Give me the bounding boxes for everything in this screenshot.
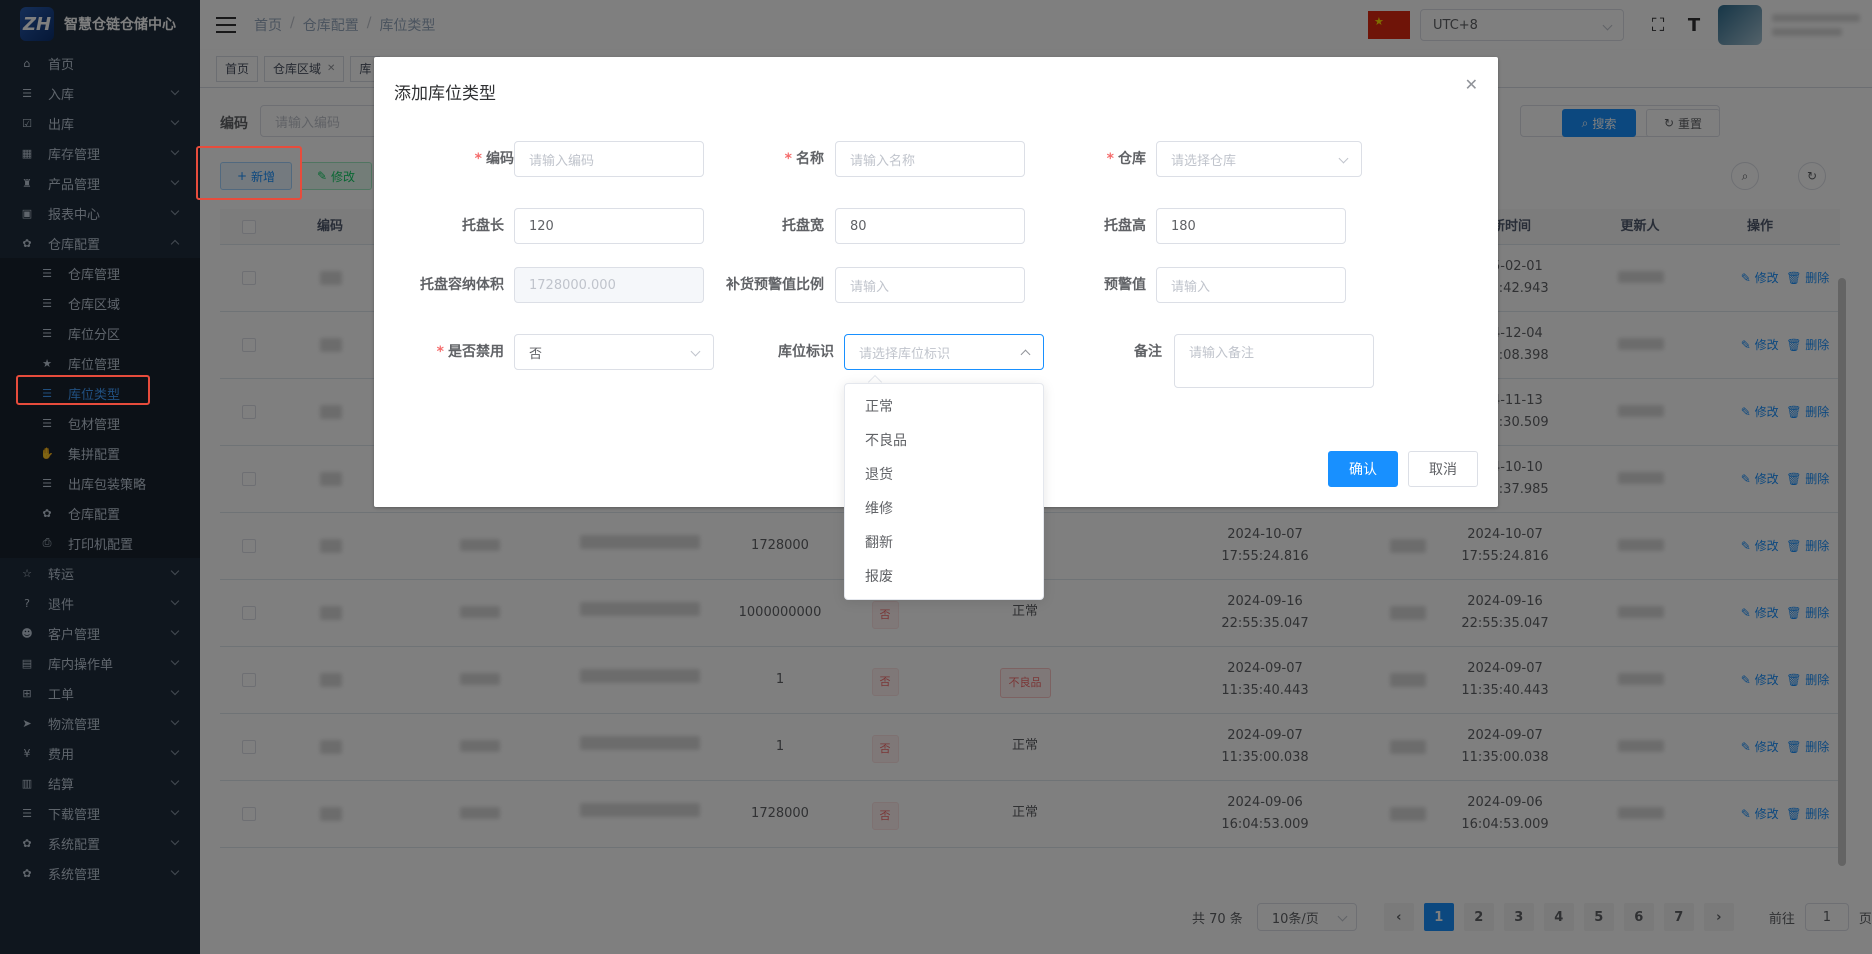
remark-label: 备注 [1134,344,1162,360]
pallet-height-input[interactable]: 180 [1156,208,1346,244]
warehouse-select[interactable]: 请选择仓库 [1156,141,1362,177]
chevron-down-icon [690,346,701,357]
location-mark-select[interactable]: 请选择库位标识 [844,334,1044,370]
input-value: 120 [529,218,554,234]
highlight-add-button [196,146,302,200]
location-mark-dropdown: 正常 不良品 退货 维修 翻新 报废 [844,383,1044,600]
input-value: 80 [850,218,867,234]
placeholder: 请输入 [850,279,890,295]
close-icon[interactable]: ✕ [1465,75,1478,94]
disabled-label: * 是否禁用 [436,344,504,360]
confirm-label: 确认 [1349,462,1377,478]
placeholder: 请输入编码 [529,153,595,169]
app-root: ZH 智慧仓链仓储中心 ⌂首页 ☰入库 ☑出库 ▦库存管理 ♜产品管理 ▣报表中… [0,0,1872,954]
dropdown-option[interactable]: 维修 [845,492,1043,526]
pallet-length-label: 托盘长 [462,218,504,234]
input-value: 180 [1171,218,1196,234]
dropdown-option[interactable]: 报废 [845,560,1043,594]
highlight-location-type [16,375,150,405]
confirm-button[interactable]: 确认 [1328,451,1398,487]
cancel-label: 取消 [1429,462,1457,478]
dialog-title: 添加库位类型 [394,84,496,104]
placeholder: 请输入名称 [850,153,916,169]
placeholder: 请输入备注 [1189,346,1255,361]
placeholder: 请输入 [1171,279,1211,295]
pallet-width-input[interactable]: 80 [835,208,1025,244]
pallet-length-input[interactable]: 120 [514,208,704,244]
code-label: * 编码 [474,151,514,167]
select-value: 否 [529,346,543,362]
code-input[interactable]: 请输入编码 [514,141,704,177]
dropdown-option[interactable]: 正常 [845,390,1043,424]
pallet-width-label: 托盘宽 [782,218,824,234]
pallet-volume-input: 1728000.000 [514,267,704,303]
replenish-ratio-label: 补货预警值比例 [726,277,824,293]
label-text: 仓库 [1118,151,1146,167]
chevron-up-icon [1020,349,1031,360]
chevron-down-icon [1338,153,1349,164]
warning-value-input[interactable]: 请输入 [1156,267,1346,303]
warehouse-label: * 仓库 [1106,151,1146,167]
name-label: * 名称 [784,151,824,167]
placeholder: 请选择库位标识 [859,346,951,362]
label-text: 是否禁用 [448,344,504,360]
pallet-height-label: 托盘高 [1104,218,1146,234]
replenish-ratio-input[interactable]: 请输入 [835,267,1025,303]
input-value: 1728000.000 [529,277,616,293]
dropdown-option[interactable]: 退货 [845,458,1043,492]
warning-value-label: 预警值 [1104,277,1146,293]
cancel-button[interactable]: 取消 [1408,451,1478,487]
dropdown-option[interactable]: 翻新 [845,526,1043,560]
dropdown-option[interactable]: 不良品 [845,424,1043,458]
pallet-volume-label: 托盘容纳体积 [420,277,504,293]
label-text: 名称 [796,151,824,167]
placeholder: 请选择仓库 [1171,153,1237,169]
label-text: 编码 [486,151,514,167]
remark-textarea[interactable]: 请输入备注 [1174,334,1374,388]
name-input[interactable]: 请输入名称 [835,141,1025,177]
location-mark-label: 库位标识 [778,344,834,360]
disabled-select[interactable]: 否 [514,334,714,370]
